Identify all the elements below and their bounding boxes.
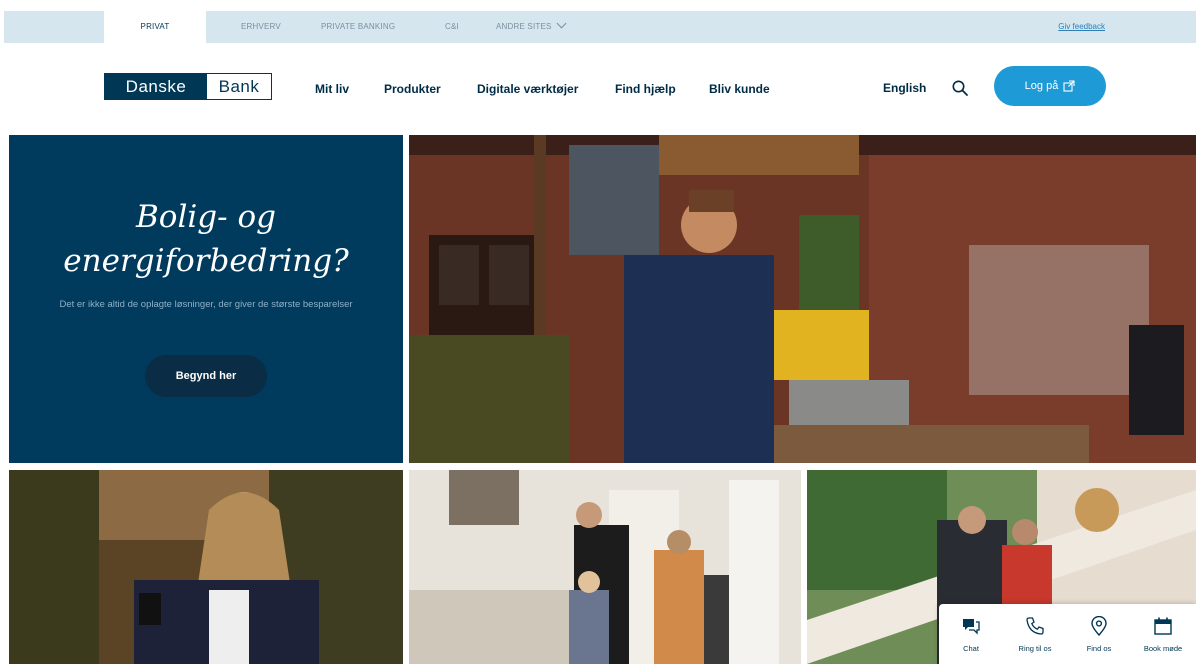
quick-action-chat[interactable]: Chat xyxy=(939,604,1003,664)
quick-action-find-us-label: Find os xyxy=(1086,644,1112,653)
login-label: Log på xyxy=(1024,80,1059,92)
chat-icon xyxy=(963,619,980,635)
nav-find-hjaelp[interactable]: Find hjælp xyxy=(615,80,676,98)
login-button[interactable]: Log på xyxy=(994,66,1106,106)
logo-part-danske: Danske xyxy=(105,74,207,99)
quick-action-book-meeting-label: Book møde xyxy=(1143,644,1183,653)
feedback-link[interactable]: Giv feedback xyxy=(1058,11,1105,43)
tab-ci[interactable]: C&I xyxy=(445,11,459,43)
logo-part-bank: Bank xyxy=(207,74,271,99)
photo-woman-scene xyxy=(9,470,403,664)
quick-action-chat-label: Chat xyxy=(963,644,979,653)
photo-woman-with-phone xyxy=(9,470,403,664)
quick-action-phone[interactable]: Ring til os xyxy=(1003,604,1067,664)
language-switch[interactable]: English xyxy=(883,79,926,97)
tab-andre-sites-label: ANDRE SITES xyxy=(496,22,552,31)
danske-bank-logo[interactable]: Danske Bank xyxy=(104,73,272,100)
quick-action-find-us[interactable]: Find os xyxy=(1067,604,1131,664)
photo-kitchen-scene xyxy=(409,470,801,664)
hero-subtitle: Det er ikke altid de oplagte løsninger, … xyxy=(59,299,353,310)
tab-private-banking[interactable]: PRIVATE BANKING xyxy=(321,11,395,43)
quick-action-phone-label: Ring til os xyxy=(1018,644,1052,653)
phone-icon xyxy=(1026,617,1044,635)
quick-action-book-meeting[interactable]: Book møde xyxy=(1131,604,1195,664)
chevron-down-icon xyxy=(556,18,566,29)
tab-erhverv[interactable]: ERHVERV xyxy=(241,11,281,43)
location-pin-icon xyxy=(1091,616,1107,636)
tab-privat[interactable]: PRIVAT xyxy=(104,11,206,43)
quick-actions-panel: Chat Ring til os Find os Book møde xyxy=(939,604,1196,664)
nav-digitale-vaerktojer[interactable]: Digitale værktøjer xyxy=(477,80,578,98)
top-utility-bar: PRIVAT ERHVERV PRIVATE BANKING C&I ANDRE… xyxy=(4,11,1196,43)
hero-cta-button[interactable]: Begynd her xyxy=(145,355,267,397)
nav-bliv-kunde[interactable]: Bliv kunde xyxy=(709,80,770,98)
external-link-icon xyxy=(1063,80,1075,92)
nav-mit-liv[interactable]: Mit liv xyxy=(315,80,349,98)
search-icon[interactable] xyxy=(951,79,969,97)
calendar-icon xyxy=(1154,617,1172,635)
hero-banner: Bolig- og energiforbedring? Det er ikke … xyxy=(9,135,403,463)
tab-andre-sites[interactable]: ANDRE SITES xyxy=(496,11,566,43)
nav-produkter[interactable]: Produkter xyxy=(384,80,441,98)
photo-family-kitchen xyxy=(409,470,801,664)
hero-photo-scene xyxy=(409,135,1196,463)
hero-photo xyxy=(409,135,1196,463)
hero-title: Bolig- og energiforbedring? xyxy=(63,199,349,279)
